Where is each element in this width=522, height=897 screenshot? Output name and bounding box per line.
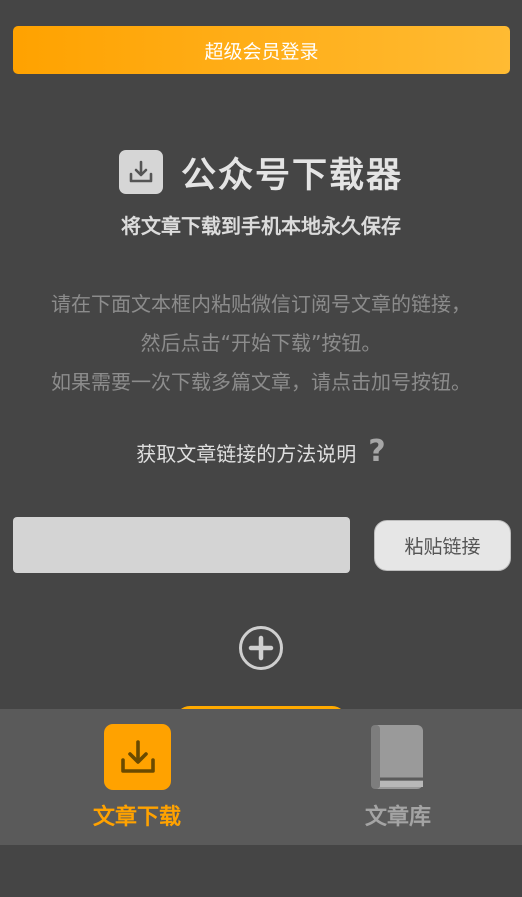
plus-circle-icon [239,626,283,670]
add-link-button[interactable] [238,625,284,671]
paste-link-button[interactable]: 粘贴链接 [374,520,511,571]
download-page: 超级会员登录 公众号下载器 将文章下载到手机本地永久保存 请在下面文本框内粘贴微… [0,0,522,897]
download-icon [118,150,163,194]
vip-login-button[interactable]: 超级会员登录 [13,26,510,74]
question-mark-icon[interactable]: ? [368,437,385,467]
bottom-tab-bar: 文章下载 文章库 [0,709,522,845]
tab-label: 文章下载 [92,805,181,830]
tab-article-library[interactable]: 文章库 [261,709,522,845]
instruction-line: 然后点击“开始下载”按钮。 [140,331,382,355]
instruction-line: 如果需要一次下载多篇文章，请点击加号按钮。 [51,370,471,394]
instruction-line: 请在下面文本框内粘贴微信订阅号文章的链接， [51,292,471,316]
bottom-area [0,845,522,897]
download-icon [104,724,171,790]
link-method-label: 获取文章链接的方法说明 [136,441,357,466]
page-subtitle: 将文章下载到手机本地永久保存 [121,214,401,238]
app-title-row: 公众号下载器 [0,144,522,200]
tab-article-download[interactable]: 文章下载 [0,709,261,845]
article-link-input[interactable] [13,517,350,573]
book-icon [371,725,423,789]
tab-label: 文章库 [364,805,431,830]
instructions-text: 请在下面文本框内粘贴微信订阅号文章的链接， 然后点击“开始下载”按钮。 如果需要… [0,285,522,402]
link-method-help[interactable]: 获取文章链接的方法说明 ? [0,432,522,472]
page-title: 公众号下载器 [180,155,403,196]
